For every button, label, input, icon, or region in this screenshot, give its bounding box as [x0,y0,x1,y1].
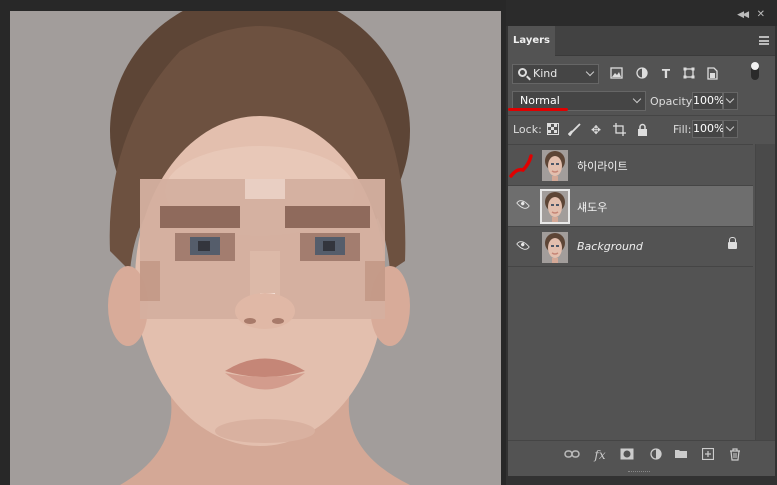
filter-row: Kind T [508,56,775,88]
search-icon [518,68,527,77]
fill-input[interactable]: 100% [692,120,724,138]
layer-lock-icon[interactable] [728,237,737,249]
delete-layer-icon[interactable] [727,448,743,462]
blend-row: Normal Opacity: 100% [508,88,775,116]
layer-thumbnail [542,150,568,181]
layers-bottom-toolbar: fx [508,440,775,468]
lock-image-pixels-icon[interactable] [567,123,581,137]
lock-label: Lock: [513,123,542,136]
filter-kind-dropdown[interactable]: Kind [512,64,599,84]
layers-panel: Layers Kind T Normal Opacity: 100% Lock:… [508,26,775,476]
new-adjustment-icon[interactable] [648,448,664,462]
double-chevron-icon[interactable]: ◀◀ [737,10,749,20]
adjustment-filter-icon[interactable] [635,67,649,81]
layers-scrollbar[interactable] [755,144,775,440]
new-layer-icon[interactable] [700,447,716,462]
red-check-annotation [509,154,533,178]
panel-header-strip: ◀◀ ✕ [506,0,777,26]
blend-mode-value: Normal [520,94,560,107]
fx-icon[interactable]: fx [592,448,608,462]
document-canvas[interactable] [0,0,506,485]
chevron-down-icon [585,67,595,77]
layer-row-background[interactable]: Background [508,226,753,267]
link-layers-icon[interactable] [564,448,580,462]
close-icon[interactable]: ✕ [757,9,765,20]
tab-layers[interactable]: Layers [508,26,555,56]
prevent-autonest-icon[interactable] [612,123,626,137]
eye-visibility-icon[interactable] [516,197,530,212]
layer-name[interactable]: 하이라이트 [577,158,628,174]
filter-kind-label: Kind [533,67,558,80]
smart-object-filter-icon[interactable] [705,67,719,81]
layer-row-highlight[interactable]: 하이라이트 [508,144,753,185]
type-filter-icon[interactable]: T [659,67,673,81]
chevron-down-icon [632,94,642,104]
image-filter-icon[interactable] [609,67,623,81]
layer-name[interactable]: Background [577,240,643,253]
panel-tab-bar: Layers [508,26,775,56]
eye-visibility-icon[interactable] [516,238,530,253]
layer-thumbnail [540,189,570,224]
add-mask-icon[interactable] [619,448,635,462]
lock-position-icon[interactable]: ✥ [589,123,603,137]
layer-name[interactable]: 섀도우 [577,199,607,215]
layers-panel-frame: ◀◀ ✕ Layers Kind T Normal Opacity: 100% … [506,0,777,485]
portrait-photo [10,11,501,485]
lock-all-icon[interactable] [635,123,649,137]
layer-thumbnail [542,232,568,263]
lock-transparent-pixels-icon[interactable] [546,123,560,137]
red-underline-annotation [508,108,568,111]
opacity-slider-button[interactable] [723,92,738,110]
opacity-input[interactable]: 100% [692,92,724,110]
shape-filter-icon[interactable] [682,67,696,81]
fill-label: Fill: [673,123,692,136]
resize-grip[interactable] [628,471,650,473]
lock-row: Lock: ✥ Fill: 100% [508,116,775,144]
layer-row-shadow[interactable]: 섀도우 [508,185,753,226]
opacity-label: Opacity: [650,95,696,108]
fill-slider-button[interactable] [723,120,738,138]
filter-toggle-switch[interactable] [751,62,759,80]
new-group-icon[interactable] [673,448,689,462]
panel-menu-icon[interactable] [759,36,769,45]
